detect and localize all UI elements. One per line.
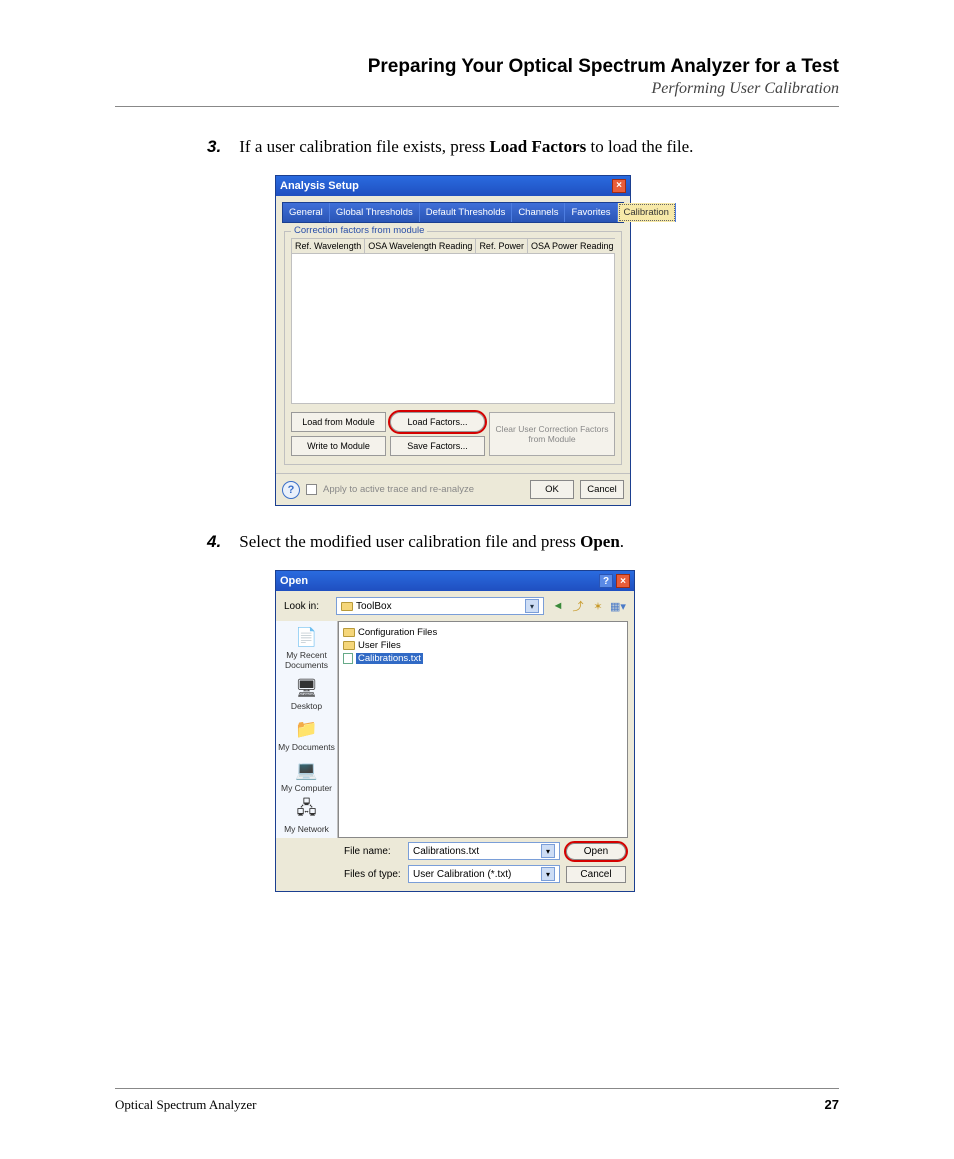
lookin-label: Look in:: [284, 601, 330, 612]
tab-strip: General Global Thresholds Default Thresh…: [282, 202, 624, 223]
filetype-label: Files of type:: [344, 869, 402, 880]
close-icon[interactable]: ×: [612, 179, 626, 193]
file-list[interactable]: Configuration Files User Files Calibrati…: [338, 621, 628, 838]
place-network-label: My Network: [284, 824, 329, 834]
step-3-text-pre: If a user calibration file exists, press: [239, 137, 489, 156]
places-bar: 📄My Recent Documents 🖥Desktop 📁My Docume…: [276, 621, 338, 838]
list-item[interactable]: User Files: [343, 639, 623, 652]
chevron-down-icon[interactable]: ▾: [541, 867, 555, 881]
place-desktop-label: Desktop: [291, 701, 322, 711]
folder-icon: [343, 641, 355, 650]
recent-icon: 📄: [293, 625, 321, 649]
help-icon[interactable]: ?: [282, 481, 300, 499]
network-icon: 🖧: [293, 799, 321, 823]
step-4-text-post: .: [620, 532, 624, 551]
filename-input[interactable]: Calibrations.txt ▾: [408, 842, 560, 860]
open-title: Open: [280, 575, 308, 587]
place-network[interactable]: 🖧My Network: [284, 799, 329, 834]
col-ref-wavelength[interactable]: Ref. Wavelength: [292, 239, 365, 253]
page-header-subtitle: Performing User Calibration: [115, 80, 839, 98]
filetype-combo[interactable]: User Calibration (*.txt) ▾: [408, 865, 560, 883]
page-number: 27: [825, 1097, 839, 1113]
table-body-empty: [291, 254, 615, 404]
open-titlebar[interactable]: Open ? ×: [276, 571, 634, 591]
load-factors-button[interactable]: Load Factors...: [390, 412, 485, 432]
filename-label: File name:: [344, 846, 402, 857]
tab-channels[interactable]: Channels: [512, 203, 565, 222]
cancel-button[interactable]: Cancel: [580, 480, 624, 499]
tab-favorites[interactable]: Favorites: [565, 203, 617, 222]
footer-left: Optical Spectrum Analyzer: [115, 1097, 257, 1113]
new-folder-icon[interactable]: ✶: [590, 598, 606, 614]
tab-default-thresholds[interactable]: Default Thresholds: [420, 203, 513, 222]
group-label: Correction factors from module: [291, 225, 427, 236]
analysis-setup-dialog: Analysis Setup × General Global Threshol…: [275, 175, 631, 506]
tab-calibration[interactable]: Calibration: [618, 203, 676, 222]
back-icon[interactable]: ◄: [550, 598, 566, 614]
save-factors-button[interactable]: Save Factors...: [390, 436, 485, 456]
dialog-titlebar[interactable]: Analysis Setup ×: [276, 176, 630, 196]
apply-checkbox-label: Apply to active trace and re-analyze: [323, 484, 524, 495]
step-3-bold: Load Factors: [489, 137, 586, 156]
file-icon: [343, 653, 353, 664]
desktop-icon: 🖥: [293, 676, 321, 700]
help-button-icon[interactable]: ?: [599, 574, 613, 588]
page-footer: Optical Spectrum Analyzer 27: [115, 1088, 839, 1113]
page-header-title: Preparing Your Optical Spectrum Analyzer…: [115, 56, 839, 78]
list-item-selected[interactable]: Calibrations.txt: [343, 652, 623, 665]
col-ref-power[interactable]: Ref. Power: [476, 239, 528, 253]
chevron-down-icon[interactable]: ▾: [525, 599, 539, 613]
chevron-down-icon[interactable]: ▾: [541, 844, 555, 858]
list-item[interactable]: Configuration Files: [343, 626, 623, 639]
views-icon[interactable]: ▦▾: [610, 598, 626, 614]
clear-factors-button[interactable]: Clear User Correction Factors from Modul…: [489, 412, 615, 456]
table-header-row: Ref. Wavelength OSA Wavelength Reading R…: [291, 238, 615, 254]
folder-icon: [341, 602, 353, 611]
place-computer-label: My Computer: [281, 783, 332, 793]
step-4-text-pre: Select the modified user calibration fil…: [239, 532, 580, 551]
open-file-dialog: Open ? × Look in: ToolBox ▾ ◄ ⤴ ✶ ▦▾ 📄My…: [275, 570, 635, 892]
step-4-number: 4.: [207, 532, 235, 552]
tab-general[interactable]: General: [283, 203, 330, 222]
place-recent[interactable]: 📄My Recent Documents: [278, 625, 335, 670]
header-rule: [115, 106, 839, 107]
step-3-number: 3.: [207, 137, 235, 157]
col-osa-power[interactable]: OSA Power Reading: [528, 239, 617, 253]
tab-global-thresholds[interactable]: Global Thresholds: [330, 203, 420, 222]
dialog-footer: ? Apply to active trace and re-analyze O…: [276, 473, 630, 505]
lookin-combo[interactable]: ToolBox ▾: [336, 597, 544, 615]
place-documents-label: My Documents: [278, 742, 335, 752]
place-documents[interactable]: 📁My Documents: [278, 717, 335, 752]
load-from-module-button[interactable]: Load from Module: [291, 412, 386, 432]
file-name: Calibrations.txt: [356, 653, 423, 664]
correction-factors-group: Correction factors from module Ref. Wave…: [284, 231, 622, 465]
dialog-title: Analysis Setup: [280, 180, 359, 192]
step-3-text-post: to load the file.: [586, 137, 693, 156]
documents-icon: 📁: [293, 717, 321, 741]
ok-button[interactable]: OK: [530, 480, 574, 499]
col-osa-wavelength[interactable]: OSA Wavelength Reading: [365, 239, 476, 253]
step-4-bold: Open: [580, 532, 620, 551]
lookin-value: ToolBox: [356, 601, 392, 612]
computer-icon: 💻: [292, 758, 320, 782]
filetype-value: User Calibration (*.txt): [413, 869, 511, 880]
place-desktop[interactable]: 🖥Desktop: [291, 676, 322, 711]
cancel-button[interactable]: Cancel: [566, 866, 626, 883]
filename-value: Calibrations.txt: [413, 846, 479, 857]
up-folder-icon[interactable]: ⤴: [570, 598, 586, 614]
apply-checkbox[interactable]: [306, 484, 317, 495]
open-button[interactable]: Open: [566, 843, 626, 860]
folder-icon: [343, 628, 355, 637]
step-4: 4. Select the modified user calibration …: [235, 532, 839, 552]
place-computer[interactable]: 💻My Computer: [281, 758, 332, 793]
write-to-module-button[interactable]: Write to Module: [291, 436, 386, 456]
place-recent-label: My Recent Documents: [285, 650, 328, 670]
file-name: Configuration Files: [358, 627, 437, 638]
close-icon[interactable]: ×: [616, 574, 630, 588]
step-3: 3. If a user calibration file exists, pr…: [235, 137, 839, 157]
file-name: User Files: [358, 640, 401, 651]
